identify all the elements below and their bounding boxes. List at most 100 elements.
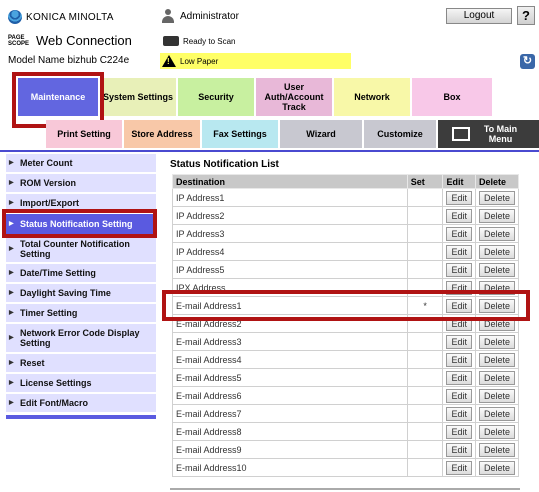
delete-button[interactable]: Delete [478,262,515,277]
edit-cell: Edit [442,422,476,441]
edit-cell: Edit [442,386,476,405]
warning-banner[interactable]: ! Low Paper [160,53,351,69]
sidebar-item-total-counter[interactable]: Total Counter Notification Setting [6,236,156,262]
to-main-menu-label: To Main Menu [483,124,518,144]
tab-system-settings[interactable]: System Settings [100,78,176,116]
table-row: IP Address4 Edit Delete [172,242,520,261]
help-button[interactable]: ? [517,6,535,25]
tab-store-address[interactable]: Store Address [124,120,200,148]
delete-button[interactable]: Delete [478,190,515,205]
edit-button[interactable]: Edit [446,406,472,421]
sidebar-item-meter-count[interactable]: Meter Count [6,154,156,172]
destination-cell: E-mail Address6 [172,386,408,405]
edit-cell: Edit [442,404,476,423]
delete-cell: Delete [474,368,520,387]
tab-wizard[interactable]: Wizard [280,120,362,148]
delete-button[interactable]: Delete [478,370,515,385]
delete-button[interactable]: Delete [478,424,515,439]
delete-button[interactable]: Delete [478,406,515,421]
edit-button[interactable]: Edit [446,442,472,457]
tab-fax-settings[interactable]: Fax Settings [202,120,278,148]
destination-cell: E-mail Address5 [172,368,408,387]
column-delete: Delete [474,174,520,189]
tab-security[interactable]: Security [178,78,254,116]
edit-button[interactable]: Edit [446,370,472,385]
destination-cell: E-mail Address7 [172,404,408,423]
table-row: E-mail Address7 Edit Delete [172,404,520,423]
page-title: Status Notification List [170,159,279,170]
edit-button[interactable]: Edit [446,334,472,349]
tab-divider [0,150,539,152]
edit-cell: Edit [442,188,476,207]
destination-cell: E-mail Address3 [172,332,408,351]
delete-cell: Delete [474,458,520,477]
destination-cell: IP Address4 [172,242,408,261]
destination-cell: IP Address2 [172,206,408,225]
edit-button[interactable]: Edit [446,208,472,223]
set-cell [406,206,444,225]
sidebar-item-reset[interactable]: Reset [6,354,156,372]
refresh-icon[interactable]: ↻ [520,54,535,69]
table-row: E-mail Address8 Edit Delete [172,422,520,441]
tab-print-setting[interactable]: Print Setting [46,120,122,148]
sidebar-item-rom-version[interactable]: ROM Version [6,174,156,192]
edit-button[interactable]: Edit [446,190,472,205]
destination-cell: E-mail Address4 [172,350,408,369]
sidebar-item-daylight-saving[interactable]: Daylight Saving Time [6,284,156,302]
tab-box[interactable]: Box [412,78,492,116]
edit-button[interactable]: Edit [446,352,472,367]
sidebar-item-network-error-code[interactable]: Network Error Code Display Setting [6,324,156,352]
destination-cell: E-mail Address8 [172,422,408,441]
set-cell [406,422,444,441]
tab-network[interactable]: Network [334,78,410,116]
tab-user-auth[interactable]: User Auth/Account Track [256,78,332,116]
set-cell [406,440,444,459]
delete-cell: Delete [474,206,520,225]
edit-button[interactable]: Edit [446,388,472,403]
delete-button[interactable]: Delete [478,334,515,349]
delete-button[interactable]: Delete [478,244,515,259]
edit-button[interactable]: Edit [446,460,472,475]
edit-button[interactable]: Edit [446,424,472,439]
destination-cell: IP Address1 [172,188,408,207]
sidebar-item-edit-font-macro[interactable]: Edit Font/Macro [6,394,156,412]
sidebar-item-license-settings[interactable]: License Settings [6,374,156,392]
logout-button[interactable]: Logout [446,8,512,24]
delete-button[interactable]: Delete [478,442,515,457]
edit-cell: Edit [442,224,476,243]
delete-button[interactable]: Delete [478,460,515,475]
delete-button[interactable]: Delete [478,208,515,223]
column-destination: Destination [172,174,408,189]
delete-button[interactable]: Delete [478,388,515,403]
set-cell [406,350,444,369]
sidebar-item-timer-setting[interactable]: Timer Setting [6,304,156,322]
edit-cell: Edit [442,458,476,477]
table-header: Destination Set Edit Delete [172,174,520,189]
current-user: Administrator [160,9,239,23]
destination-cell: IP Address3 [172,224,408,243]
delete-cell: Delete [474,224,520,243]
table-row: IP Address2 Edit Delete [172,206,520,225]
tab-customize[interactable]: Customize [364,120,436,148]
main-menu-icon [451,127,470,141]
set-cell [406,224,444,243]
delete-cell: Delete [474,188,520,207]
edit-button[interactable]: Edit [446,226,472,241]
edit-cell: Edit [442,206,476,225]
delete-button[interactable]: Delete [478,226,515,241]
edit-cell: Edit [442,350,476,369]
delete-button[interactable]: Delete [478,352,515,367]
set-cell [406,242,444,261]
sidebar-bottom-bar [6,415,156,419]
destination-cell: IP Address5 [172,260,408,279]
set-cell [406,332,444,351]
delete-cell: Delete [474,332,520,351]
konica-globe-icon [8,10,22,24]
delete-cell: Delete [474,350,520,369]
edit-button[interactable]: Edit [446,244,472,259]
to-main-menu-button[interactable]: To Main Menu [438,120,539,148]
edit-cell: Edit [442,368,476,387]
edit-button[interactable]: Edit [446,262,472,277]
sidebar-item-date-time[interactable]: Date/Time Setting [6,264,156,282]
table-row: E-mail Address5 Edit Delete [172,368,520,387]
